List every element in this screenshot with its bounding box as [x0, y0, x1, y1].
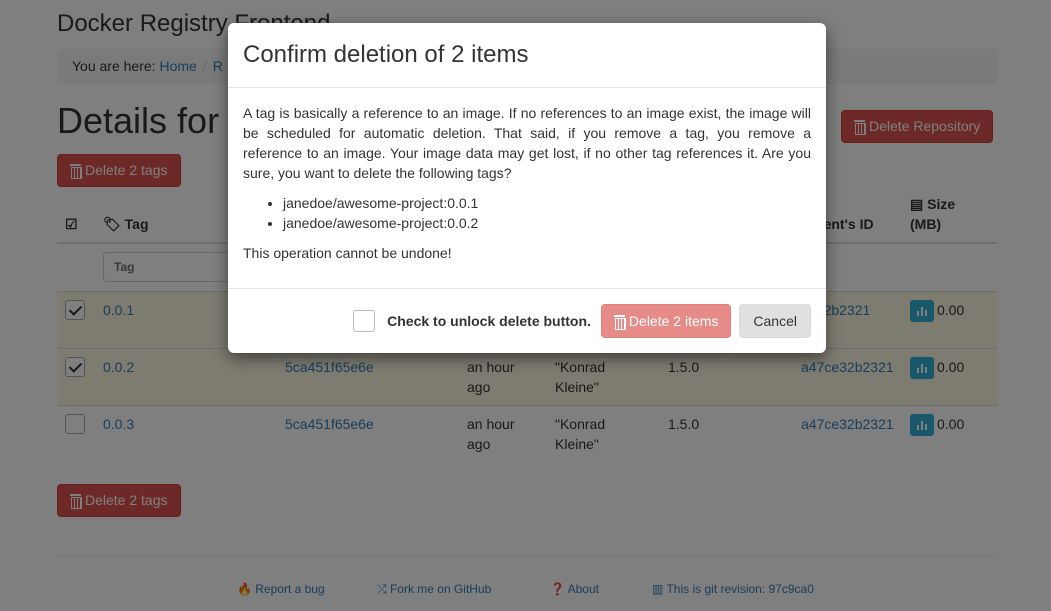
cancel-button[interactable]: Cancel	[739, 304, 811, 338]
modal-title: Confirm deletion of 2 items	[228, 23, 826, 88]
unlock-checkbox[interactable]	[353, 310, 376, 332]
tag-list-item: janedoe/awesome-project:0.0.2	[283, 213, 811, 233]
unlock-label: Check to unlock delete button.	[387, 313, 591, 329]
tag-list-item: janedoe/awesome-project:0.0.1	[283, 193, 811, 213]
warning-text: This operation cannot be undone!	[243, 245, 452, 261]
modal-body-text: A tag is basically a reference to an ima…	[243, 105, 811, 181]
delete-items-button[interactable]: Delete 2 items	[600, 304, 732, 338]
button-label: Delete 2 items	[628, 313, 719, 329]
trash-icon	[613, 314, 626, 330]
confirm-delete-modal: Confirm deletion of 2 items A tag is bas…	[228, 23, 826, 353]
